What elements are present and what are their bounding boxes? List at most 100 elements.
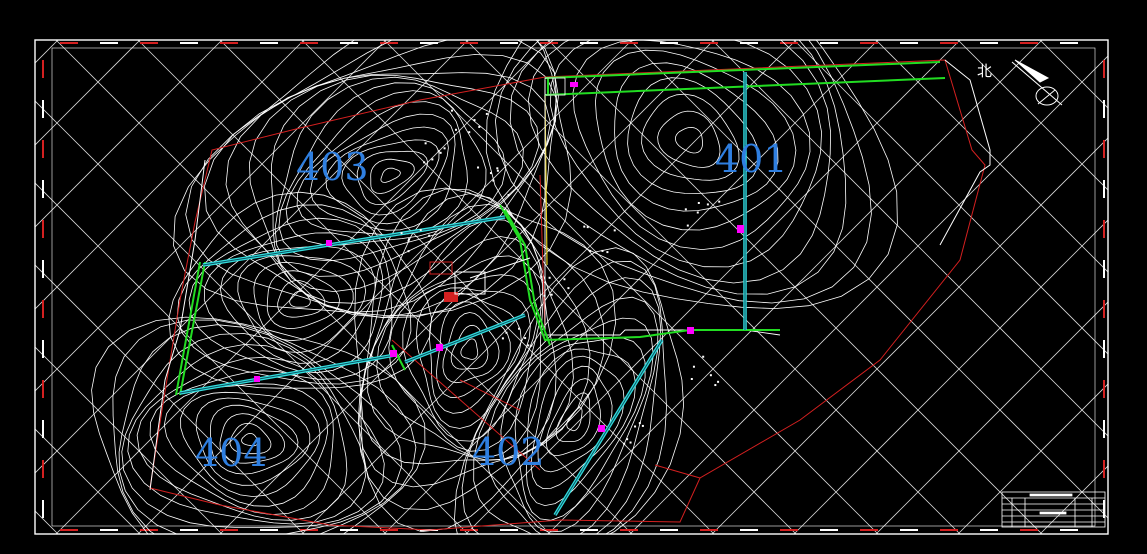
tick-mark [220,42,238,44]
north-label: 北 [977,62,992,80]
survey-point [492,179,495,182]
survey-point [518,327,521,330]
tick-mark [980,529,998,531]
zone-label-402: 402 [472,430,545,474]
tick-mark [980,42,998,44]
survey-point [717,380,720,383]
zone-label-403: 403 [296,145,369,189]
contour-line [460,338,479,360]
tick-mark [220,529,238,531]
survey-point [548,276,551,279]
survey-point [407,250,410,253]
tick-mark [42,100,44,118]
contour-line [376,236,544,459]
tick-mark [100,42,118,44]
tick-mark [820,529,838,531]
tick-mark [580,529,598,531]
survey-point [638,422,641,425]
survey-point [540,275,543,278]
tick-mark [1060,42,1078,44]
contour-line [203,232,384,374]
tick-mark [900,42,918,44]
tick-mark [1103,460,1105,478]
surface-boundary [149,59,991,491]
grid-line [35,182,387,534]
survey-point [437,150,440,153]
contour-line [485,40,898,310]
survey-point [709,374,712,377]
survey-point [501,337,504,340]
contour-line [289,290,311,308]
survey-point [431,158,434,161]
survey-point [507,194,510,197]
survey-point [634,425,637,428]
contour-line [380,167,401,183]
survey-point [623,442,626,445]
tick-mark [500,42,518,44]
tick-mark [740,529,758,531]
contour-line [473,277,662,534]
survey-point [601,249,604,252]
grid-line [875,40,1108,273]
tick-mark [620,529,638,531]
survey-point [496,169,499,172]
grid-line [35,346,223,534]
survey-point [613,229,616,232]
survey-point [443,147,446,150]
survey-point [450,109,453,112]
tick-mark [42,60,44,78]
survey-point [423,161,426,164]
tick-mark [180,42,198,44]
tick-mark [940,42,958,44]
survey-point [524,337,527,340]
contour-line [442,312,500,384]
survey-point [455,128,458,131]
tick-mark [1103,180,1105,198]
contour-line [225,54,557,313]
contour-line [248,72,551,304]
tick-mark [860,42,878,44]
tick-mark [940,529,958,531]
tick-mark [100,529,118,531]
mine-plan-drawing: 403 401 404 402 北 [34,39,1109,535]
survey-point [468,131,471,134]
survey-point [543,294,546,297]
survey-point [696,211,699,214]
survey-point [586,226,589,229]
tick-mark [42,180,44,198]
tick-mark [780,529,798,531]
survey-point [478,125,481,128]
contour-line [500,317,654,533]
tick-mark [1103,260,1105,278]
survey-points [400,109,721,445]
tick-mark [1103,140,1105,158]
contour-line [485,296,659,534]
grid-line [1039,465,1108,534]
tick-mark [620,42,638,44]
tick-mark [300,42,318,44]
tick-mark [140,42,158,44]
survey-point [567,287,570,290]
contour-line [461,260,667,534]
tick-mark [42,420,44,438]
grid-line [957,383,1108,534]
survey-point [714,384,717,387]
survey-point [684,208,687,211]
survey-point [692,365,695,368]
tick-mark [260,529,278,531]
tick-mark [42,500,44,518]
grid-line [35,40,59,64]
contour-line [525,348,637,507]
tick-mark [1103,380,1105,398]
grid-line [35,40,223,228]
contour-line [277,280,326,318]
zone-label-401: 401 [715,137,788,181]
survey-point [408,238,411,241]
north-arrow-icon [1011,59,1063,106]
survey-point [419,228,422,231]
survey-point [485,112,488,115]
tick-mark [42,300,44,318]
contour-line [555,392,591,443]
tick-mark [380,529,398,531]
tick-mark [1103,220,1105,238]
